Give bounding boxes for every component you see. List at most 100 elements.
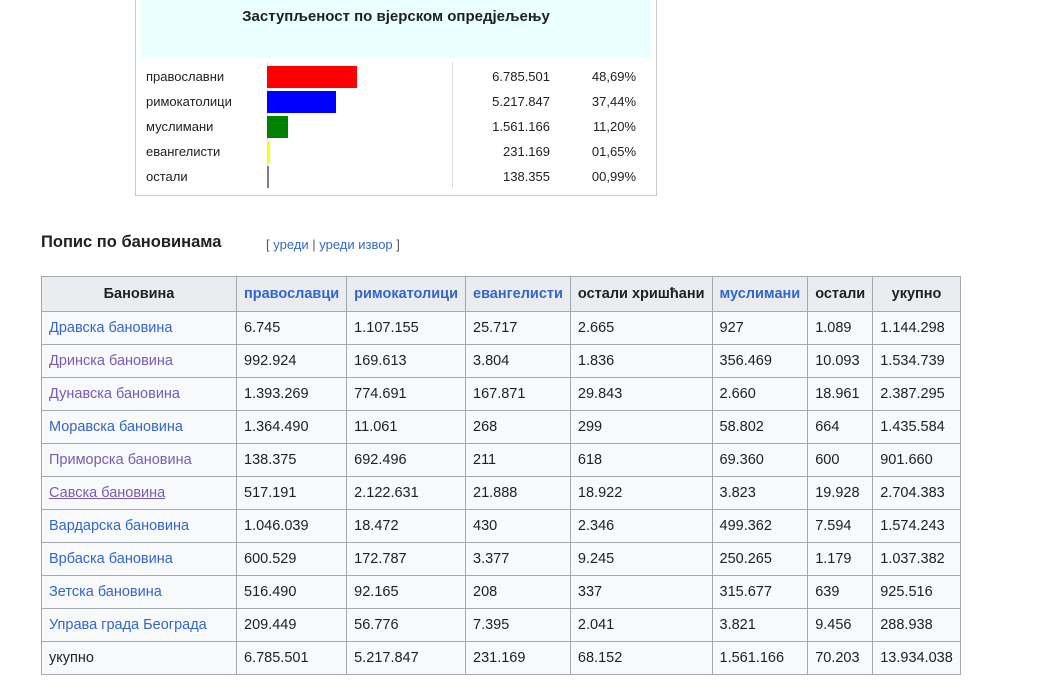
col-header-total: укупно — [872, 276, 961, 312]
table-cell: 18.961 — [807, 377, 874, 411]
table-cell: 2.041 — [569, 608, 713, 642]
table-cell: 664 — [807, 410, 874, 444]
religion-percent: 00,99% — [591, 169, 636, 184]
table-cell: 1.534.739 — [872, 344, 961, 378]
col-header-muslims[interactable]: муслимани — [711, 276, 809, 312]
religion-count: 231.169 — [503, 144, 550, 159]
table-row: Управа града Београда 209.449 56.776 7.395 2… — [41, 608, 961, 642]
table-cell: 29.843 — [569, 377, 713, 411]
col-header-other-christians: остали хришћани — [569, 276, 713, 312]
table-cell: 3.804 — [465, 344, 571, 378]
religion-infobox: Заступљеност по вјерском опредјељењу пра… — [135, 0, 657, 196]
table-cell: 2.704.383 — [872, 476, 961, 510]
edit-link[interactable]: уреди — [273, 237, 308, 252]
section-edit-links: [ уреди | уреди извор ] — [266, 237, 400, 252]
religion-percent: 11,20% — [592, 119, 636, 134]
col-header-banovina: Бановина — [41, 276, 237, 312]
table-cell: 2.122.631 — [346, 476, 466, 510]
religion-row: евангелисти 231.169 01,65% — [136, 139, 656, 164]
table-cell: 288.938 — [872, 608, 961, 642]
religion-title: Заступљеност по вјерском опредјељењу — [141, 0, 651, 58]
religion-name: муслимани — [146, 119, 214, 134]
table-cell: 68.152 — [569, 641, 713, 675]
table-cell: 2.346 — [569, 509, 713, 543]
banovina-name[interactable]: Вардарска бановина — [41, 509, 237, 543]
table-cell: 21.888 — [465, 476, 571, 510]
table-cell: 1.393.269 — [235, 377, 348, 411]
table-cell: 250.265 — [711, 542, 809, 576]
table-row: Зетска бановина 516.490 92.165 208 337 315.67… — [41, 575, 961, 609]
table-cell: 18.922 — [569, 476, 713, 510]
religion-name: остали — [146, 169, 188, 184]
table-cell: 9.245 — [569, 542, 713, 576]
table-cell: 516.490 — [235, 575, 348, 609]
banovina-name: укупно — [41, 641, 237, 675]
table-cell: 69.360 — [711, 443, 809, 477]
religion-percent: 37,44% — [591, 94, 636, 109]
table-cell: 337 — [569, 575, 713, 609]
census-table: Бановина православци римокатолици еванге… — [41, 276, 961, 675]
table-cell: 1.037.382 — [872, 542, 961, 576]
religion-bar — [267, 66, 357, 88]
table-row: Приморска бановина 138.375 692.496 211 618 69… — [41, 443, 961, 477]
table-cell: 25.717 — [465, 311, 571, 345]
table-cell: 10.093 — [807, 344, 874, 378]
table-cell: 517.191 — [235, 476, 348, 510]
banovina-name[interactable]: Савска бановина — [41, 476, 237, 510]
table-cell: 927 — [711, 311, 809, 345]
religion-percent: 01,65% — [591, 144, 636, 159]
col-header-catholic[interactable]: римокатолици — [346, 276, 466, 312]
table-cell: 9.456 — [807, 608, 874, 642]
religion-bar — [267, 141, 270, 163]
table-cell: 19.928 — [807, 476, 874, 510]
col-header-evangelical[interactable]: евангелисти — [465, 276, 571, 312]
table-row: Вардарска бановина 1.046.039 18.472 430 2.34… — [41, 509, 961, 543]
table-cell: 169.613 — [346, 344, 466, 378]
religion-count: 1.561.166 — [492, 119, 550, 134]
table-cell: 7.594 — [807, 509, 874, 543]
col-header-others: остали — [807, 276, 874, 312]
banovina-name[interactable]: Врбаска бановина — [41, 542, 237, 576]
table-cell: 1.089 — [807, 311, 874, 345]
table-row: Савска бановина 517.191 2.122.631 21.888 18.… — [41, 476, 961, 510]
religion-row: муслимани 1.561.166 11,20% — [136, 114, 656, 139]
edit-separator: | — [308, 237, 320, 252]
table-cell: 138.375 — [235, 443, 348, 477]
table-cell: 11.061 — [346, 410, 466, 444]
banovina-name[interactable]: Дунавска бановина — [41, 377, 237, 411]
table-cell: 231.169 — [465, 641, 571, 675]
table-cell: 5.217.847 — [346, 641, 466, 675]
banovina-name[interactable]: Дринска бановина — [41, 344, 237, 378]
religion-percent: 48,69% — [591, 69, 636, 84]
table-cell: 56.776 — [346, 608, 466, 642]
table-cell: 499.362 — [711, 509, 809, 543]
table-cell: 1.144.298 — [872, 311, 961, 345]
edit-bracket-close: ] — [392, 237, 400, 252]
table-cell: 315.677 — [711, 575, 809, 609]
table-cell: 774.691 — [346, 377, 466, 411]
edit-source-link[interactable]: уреди извор — [319, 237, 392, 252]
table-cell: 1.364.490 — [235, 410, 348, 444]
table-cell: 167.871 — [465, 377, 571, 411]
table-cell: 7.395 — [465, 608, 571, 642]
table-cell: 18.472 — [346, 509, 466, 543]
table-cell: 211 — [465, 443, 571, 477]
banovina-name[interactable]: Моравска бановина — [41, 410, 237, 444]
table-row: Дунавска бановина 1.393.269 774.691 167.871… — [41, 377, 961, 411]
banovina-name[interactable]: Дравска бановина — [41, 311, 237, 345]
table-cell: 209.449 — [235, 608, 348, 642]
col-header-orthodox[interactable]: православци — [235, 276, 348, 312]
table-cell: 70.203 — [807, 641, 874, 675]
table-cell: 3.821 — [711, 608, 809, 642]
table-cell: 618 — [569, 443, 713, 477]
table-cell: 600 — [807, 443, 874, 477]
banovina-name[interactable]: Зетска бановина — [41, 575, 237, 609]
religion-bar — [267, 91, 336, 113]
table-cell: 925.516 — [872, 575, 961, 609]
banovina-name[interactable]: Управа града Београда — [41, 608, 237, 642]
table-cell: 992.924 — [235, 344, 348, 378]
banovina-name[interactable]: Приморска бановина — [41, 443, 237, 477]
table-cell: 58.802 — [711, 410, 809, 444]
table-cell: 172.787 — [346, 542, 466, 576]
table-cell: 901.660 — [872, 443, 961, 477]
